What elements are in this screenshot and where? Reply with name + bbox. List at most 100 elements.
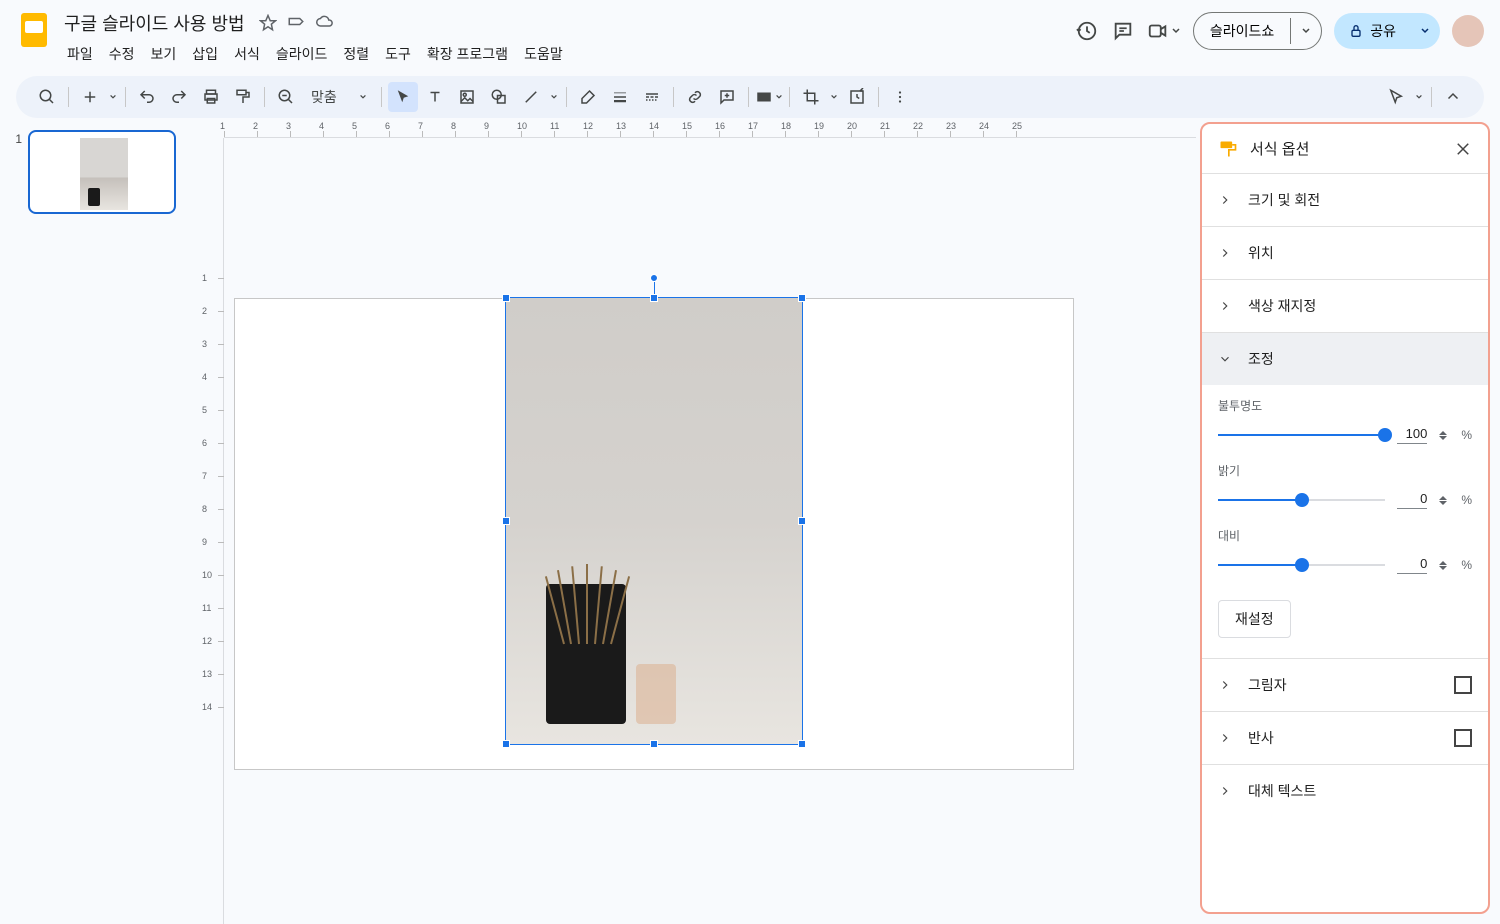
doc-title[interactable]: 구글 슬라이드 사용 방법	[60, 8, 249, 38]
brightness-spinner[interactable]	[1439, 496, 1449, 505]
cloud-icon[interactable]	[315, 14, 333, 32]
menu-edit[interactable]: 수정	[102, 40, 142, 68]
section-adjust[interactable]: 조정	[1202, 333, 1488, 385]
opacity-value[interactable]: 100	[1397, 426, 1427, 444]
opacity-slider[interactable]	[1218, 434, 1385, 436]
share-label: 공유	[1370, 21, 1396, 41]
menu-slide[interactable]: 슬라이드	[269, 40, 335, 68]
slideshow-label[interactable]: 슬라이드쇼	[1194, 13, 1290, 49]
chevron-right-icon	[1218, 193, 1232, 207]
opacity-spinner[interactable]	[1439, 431, 1449, 440]
chevron-right-icon	[1218, 678, 1232, 692]
resize-handle[interactable]	[798, 740, 806, 748]
slideshow-dropdown[interactable]	[1290, 18, 1321, 44]
slide-page[interactable]	[234, 298, 1074, 770]
shape-icon[interactable]	[484, 82, 514, 112]
panel-title: 서식 옵션	[1250, 138, 1442, 159]
resize-handle[interactable]	[650, 294, 658, 302]
slideshow-button[interactable]: 슬라이드쇼	[1193, 12, 1322, 50]
section-recolor[interactable]: 색상 재지정	[1202, 280, 1488, 332]
slide-thumbnail[interactable]: 1	[8, 130, 192, 214]
resize-handle[interactable]	[502, 740, 510, 748]
share-button[interactable]: 공유	[1334, 13, 1440, 49]
new-slide-icon[interactable]	[75, 82, 105, 112]
avatar[interactable]	[1452, 15, 1484, 47]
menu-insert[interactable]: 삽입	[185, 40, 225, 68]
toolbar: 맞춤	[16, 76, 1484, 118]
zoom-icon[interactable]	[271, 82, 301, 112]
border-dash-icon[interactable]	[637, 82, 667, 112]
resize-handle[interactable]	[502, 517, 510, 525]
menu-file[interactable]: 파일	[60, 40, 100, 68]
rotation-handle[interactable]	[650, 274, 658, 282]
menu-extensions[interactable]: 확장 프로그램	[420, 40, 515, 68]
border-weight-icon[interactable]	[605, 82, 635, 112]
new-slide-dropdown[interactable]	[107, 82, 119, 112]
filmstrip: 1	[0, 118, 200, 924]
share-dropdown[interactable]	[1410, 18, 1440, 44]
crop-icon[interactable]	[796, 82, 826, 112]
move-icon[interactable]	[287, 14, 305, 32]
menu-view[interactable]: 보기	[144, 40, 184, 68]
slide-number: 1	[8, 130, 22, 214]
history-icon[interactable]	[1075, 19, 1099, 43]
reflection-checkbox[interactable]	[1454, 729, 1472, 747]
brightness-slider[interactable]	[1218, 499, 1385, 501]
slides-logo[interactable]	[16, 12, 52, 48]
print-icon[interactable]	[196, 82, 226, 112]
menu-format[interactable]: 서식	[227, 40, 267, 68]
menu-help[interactable]: 도움말	[517, 40, 570, 68]
crop-dropdown[interactable]	[828, 82, 840, 112]
section-position[interactable]: 위치	[1202, 227, 1488, 279]
close-icon[interactable]	[1454, 140, 1472, 158]
collapse-icon[interactable]	[1438, 82, 1468, 112]
reset-image-icon[interactable]	[842, 82, 872, 112]
line-icon[interactable]	[516, 82, 546, 112]
border-color-icon[interactable]	[573, 82, 603, 112]
section-reflection[interactable]: 반사	[1202, 712, 1488, 764]
image-icon[interactable]	[452, 82, 482, 112]
zoom-select[interactable]: 맞춤	[303, 82, 375, 112]
comment-icon[interactable]	[1111, 19, 1135, 43]
motion-icon[interactable]	[1381, 82, 1411, 112]
reset-button[interactable]: 재설정	[1218, 600, 1291, 638]
chevron-right-icon	[1218, 246, 1232, 260]
resize-handle[interactable]	[798, 294, 806, 302]
paint-format-icon[interactable]	[228, 82, 258, 112]
menu-arrange[interactable]: 정렬	[336, 40, 376, 68]
star-icon[interactable]	[259, 14, 277, 32]
menu-tools[interactable]: 도구	[378, 40, 418, 68]
undo-icon[interactable]	[132, 82, 162, 112]
resize-handle[interactable]	[502, 294, 510, 302]
contrast-label: 대비	[1218, 527, 1472, 544]
chevron-right-icon	[1218, 299, 1232, 313]
mask-icon[interactable]	[755, 82, 783, 112]
more-icon[interactable]	[885, 82, 915, 112]
section-shadow[interactable]: 그림자	[1202, 659, 1488, 711]
shadow-checkbox[interactable]	[1454, 676, 1472, 694]
select-tool-icon[interactable]	[388, 82, 418, 112]
contrast-spinner[interactable]	[1439, 561, 1449, 570]
textbox-icon[interactable]	[420, 82, 450, 112]
ruler-vertical: 1234567891011121314	[200, 138, 224, 924]
opacity-label: 불투명도	[1218, 397, 1472, 414]
canvas[interactable]	[224, 138, 1196, 924]
search-icon[interactable]	[32, 82, 62, 112]
section-size-rotation[interactable]: 크기 및 회전	[1202, 174, 1488, 226]
line-dropdown[interactable]	[548, 82, 560, 112]
comment-add-icon[interactable]	[712, 82, 742, 112]
meet-icon[interactable]	[1147, 19, 1181, 43]
format-options-icon	[1218, 139, 1238, 159]
chevron-right-icon	[1218, 731, 1232, 745]
resize-handle[interactable]	[798, 517, 806, 525]
selected-image[interactable]	[505, 297, 803, 745]
resize-handle[interactable]	[650, 740, 658, 748]
redo-icon[interactable]	[164, 82, 194, 112]
contrast-slider[interactable]	[1218, 564, 1385, 566]
brightness-label: 밝기	[1218, 462, 1472, 479]
motion-dropdown[interactable]	[1413, 82, 1425, 112]
brightness-value[interactable]: 0	[1397, 491, 1427, 509]
section-alt-text[interactable]: 대체 텍스트	[1202, 765, 1488, 817]
link-icon[interactable]	[680, 82, 710, 112]
contrast-value[interactable]: 0	[1397, 556, 1427, 574]
